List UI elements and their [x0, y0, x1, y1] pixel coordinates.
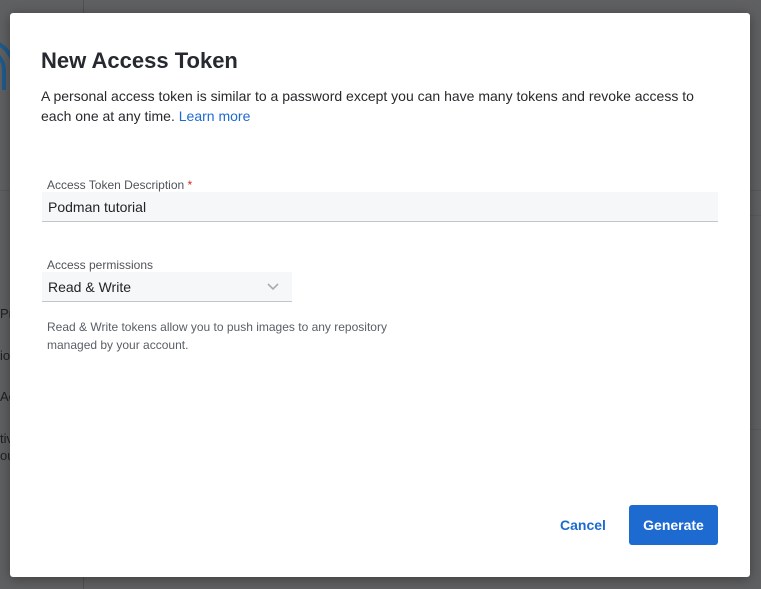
permissions-field-label: Access permissions: [47, 258, 154, 272]
access-token-description-input[interactable]: [42, 192, 718, 222]
new-access-token-dialog: New Access Token A personal access token…: [10, 13, 750, 577]
access-permissions-value: Read & Write: [48, 279, 131, 295]
dialog-title: New Access Token: [41, 48, 238, 73]
background-nav-label: io: [0, 348, 11, 363]
permissions-helper-text: Read & Write tokens allow you to push im…: [47, 320, 387, 352]
description-label-text: Access Token Description: [47, 178, 185, 192]
learn-more-link[interactable]: Learn more: [179, 108, 251, 124]
required-mark: *: [187, 178, 193, 192]
chevron-down-icon: [267, 283, 279, 291]
intro-text: A personal access token is similar to a …: [41, 88, 694, 124]
description-field-label: Access Token Description *: [47, 178, 192, 192]
dialog-intro: A personal access token is similar to a …: [41, 86, 716, 126]
generate-button[interactable]: Generate: [629, 505, 718, 545]
cancel-button[interactable]: Cancel: [552, 505, 614, 545]
access-permissions-select[interactable]: Read & Write: [42, 272, 292, 302]
background-nav-item: io: [0, 347, 10, 364]
